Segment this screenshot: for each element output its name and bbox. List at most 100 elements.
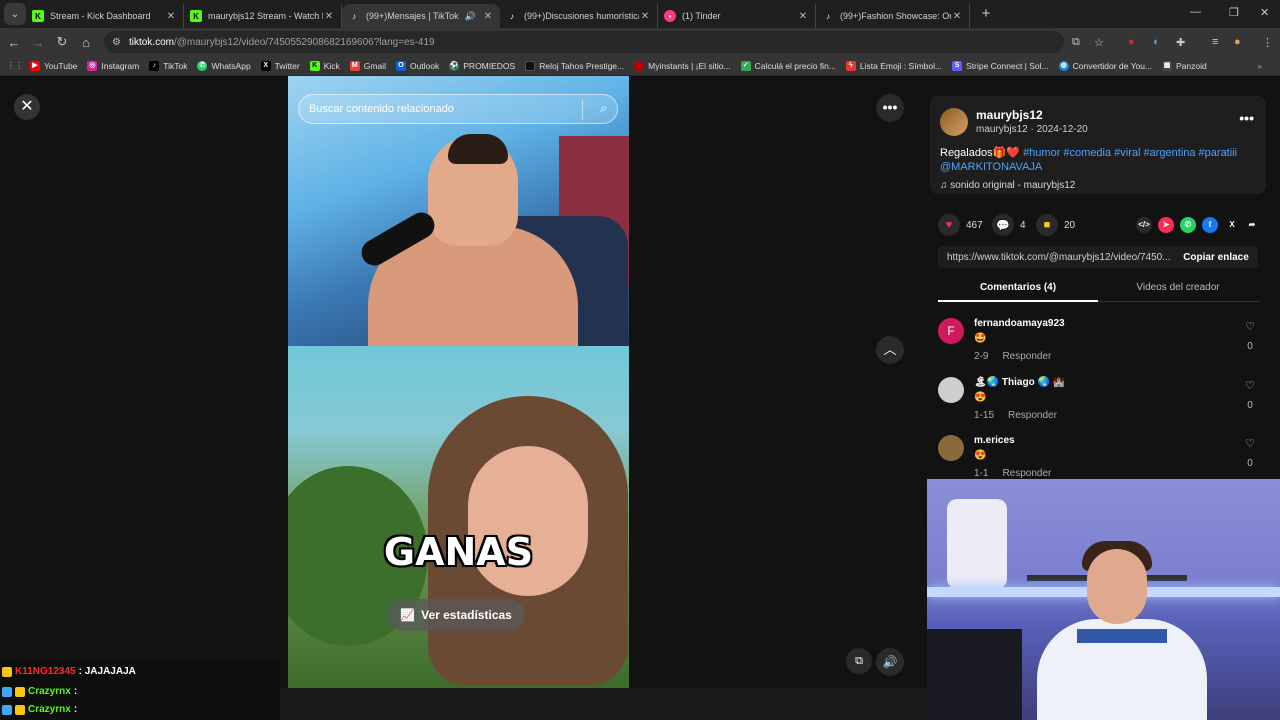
- comment-like-count: 0: [1247, 458, 1253, 469]
- bookmark-promiedos[interactable]: ⚽ PROMIEDOS: [449, 60, 515, 71]
- bookmark-twitter[interactable]: X Twitter: [260, 60, 300, 71]
- list-item: F fernandoamaya923 🤩 2-9 Responder ♡ 0: [938, 318, 1268, 374]
- video-player[interactable]: GANAS 📈 Ver estadísticas Buscar contenid…: [288, 76, 629, 688]
- bookmark-label: YouTube: [44, 60, 78, 71]
- more-bookmarks-icon[interactable]: »: [1257, 61, 1262, 71]
- close-tab-icon[interactable]: ✕: [951, 11, 963, 22]
- browser-tab-kick-stream[interactable]: K maurybjs12 Stream - Watch Live ✕: [184, 4, 342, 28]
- new-tab-button[interactable]: +: [976, 4, 996, 24]
- avatar[interactable]: [938, 377, 964, 403]
- calculator-icon: ✓: [740, 60, 751, 71]
- facebook-icon[interactable]: f: [1202, 217, 1218, 233]
- forward-arrow-icon[interactable]: →: [26, 35, 50, 50]
- close-tab-icon[interactable]: ✕: [482, 11, 494, 22]
- tab-title: maurybjs12 Stream - Watch Live: [208, 11, 323, 21]
- minimize-icon[interactable]: —: [1190, 6, 1201, 18]
- copy-link-button[interactable]: Copiar enlace: [1174, 252, 1258, 263]
- bookmark-reloj[interactable]: Reloj Tahos Prestige...: [525, 60, 624, 71]
- extensions-puzzle-icon[interactable]: ✚: [1176, 36, 1185, 49]
- taskbar-strip: [280, 688, 927, 720]
- bookmark-outlook[interactable]: O Outlook: [395, 60, 439, 71]
- x-twitter-icon[interactable]: X: [1224, 217, 1240, 233]
- more-options-icon[interactable]: •••: [1239, 110, 1254, 126]
- reply-button[interactable]: Responder: [1002, 468, 1051, 479]
- reply-button[interactable]: Responder: [1002, 351, 1051, 362]
- post-username[interactable]: maurybjs12: [976, 108, 1043, 122]
- chevron-up-icon[interactable]: ︿: [876, 336, 904, 364]
- share-arrow-icon[interactable]: ➦: [1244, 217, 1260, 233]
- whatsapp-icon[interactable]: ✆: [1180, 217, 1196, 233]
- browser-tab-tinder[interactable]: • (1) Tinder ✕: [658, 4, 816, 28]
- home-icon[interactable]: ⌂: [74, 35, 98, 50]
- volume-icon[interactable]: 🔊: [876, 648, 904, 676]
- browser-tab-tiktok-fashion[interactable]: ♪ (99+)Fashion Showcase: Outfits ✕: [816, 4, 970, 28]
- view-stats-button[interactable]: 📈 Ver estadísticas: [387, 599, 525, 631]
- comment-username[interactable]: m.erices: [974, 435, 1015, 446]
- bookmark-tiktok[interactable]: ♪ TikTok: [149, 60, 187, 71]
- heart-outline-icon[interactable]: ♡: [1242, 379, 1258, 392]
- bookmark-youtube[interactable]: ▶ YouTube: [30, 60, 78, 71]
- avatar[interactable]: [938, 435, 964, 461]
- comment-like-count: 0: [1247, 341, 1253, 352]
- close-tab-icon[interactable]: ✕: [165, 11, 177, 22]
- comment-username[interactable]: 🏝🌏 Thiago 🌏 🏰: [974, 377, 1065, 388]
- media-controls-icon[interactable]: ≡: [1212, 36, 1218, 48]
- maximize-icon[interactable]: ❐: [1229, 6, 1239, 19]
- related-content-search[interactable]: Buscar contenido relacionado ⌕: [298, 94, 618, 124]
- sound-link[interactable]: ♫ sonido original - maurybjs12: [940, 180, 1075, 191]
- heart-outline-icon[interactable]: ♡: [1242, 320, 1258, 333]
- close-icon[interactable]: ✕: [14, 94, 40, 120]
- extension-audio-icon[interactable]: ◖: [1152, 36, 1159, 48]
- browser-tab-kick-dashboard[interactable]: K Stream - Kick Dashboard ✕: [26, 4, 184, 28]
- browser-tab-tiktok-messages[interactable]: ♪ (99+)Mensajes | TikTok 🔊 ✕: [342, 4, 500, 28]
- bookmark-calcula[interactable]: ✓ Calculá el precio fin...: [740, 60, 836, 71]
- browser-tab-tiktok-discussions[interactable]: ♪ (99+)Discusiones humorísticas ✕: [500, 4, 658, 28]
- close-tab-icon[interactable]: ✕: [797, 11, 809, 22]
- avatar[interactable]: [940, 108, 968, 136]
- apps-grid-icon[interactable]: ⋮⋮: [0, 60, 30, 71]
- browser-menu-icon[interactable]: ⋮: [1262, 36, 1273, 49]
- picture-in-picture-icon[interactable]: ⧉: [846, 648, 872, 674]
- save-button[interactable]: ■ 20: [1036, 214, 1075, 236]
- site-info-icon[interactable]: ⚙: [112, 37, 121, 48]
- comment-button[interactable]: 💬 4: [992, 214, 1026, 236]
- more-options-button[interactable]: •••: [876, 94, 904, 122]
- bookmark-convertidor[interactable]: ◍ Convertidor de You...: [1058, 60, 1152, 71]
- tab-search-menu-button[interactable]: ⌄: [4, 3, 26, 25]
- like-button[interactable]: ♥ 467: [938, 214, 983, 236]
- bookmark-myinstants[interactable]: Myinstants | ¡El sitio...: [634, 60, 731, 71]
- back-arrow-icon[interactable]: ←: [2, 35, 26, 50]
- heart-outline-icon[interactable]: ♡: [1242, 437, 1258, 450]
- bookmark-kick[interactable]: K Kick: [309, 60, 340, 71]
- install-app-icon[interactable]: ⧉: [1072, 36, 1080, 49]
- bookmark-emoji[interactable]: ϟ Lista Emoji : Símbol...: [845, 60, 942, 71]
- outlook-icon: O: [395, 60, 406, 71]
- comment-date: 2-9: [974, 351, 989, 362]
- extension-red-icon[interactable]: ●: [1128, 36, 1135, 48]
- comment-username[interactable]: fernandoamaya923: [974, 318, 1065, 329]
- bookmark-stripe[interactable]: S Stripe Connect | Sol...: [952, 60, 1049, 71]
- panzoid-icon: ▦: [1162, 60, 1173, 71]
- bookmark-whatsapp[interactable]: ✆ WhatsApp: [197, 60, 251, 71]
- embed-icon[interactable]: </>: [1136, 217, 1152, 233]
- close-tab-icon[interactable]: ✕: [323, 11, 335, 22]
- close-window-icon[interactable]: ✕: [1260, 6, 1269, 19]
- bookmark-instagram[interactable]: ◎ Instagram: [87, 60, 139, 71]
- comment-icon: 💬: [992, 214, 1014, 236]
- video-link[interactable]: https://www.tiktok.com/@maurybjs12/video…: [938, 252, 1174, 263]
- audio-playing-icon[interactable]: 🔊: [465, 11, 476, 22]
- reply-button[interactable]: Responder: [1008, 410, 1057, 421]
- close-tab-icon[interactable]: ✕: [639, 11, 651, 22]
- avatar[interactable]: F: [938, 318, 964, 344]
- tab-comments[interactable]: Comentarios (4): [938, 282, 1098, 293]
- profile-avatar[interactable]: ●: [1234, 36, 1241, 48]
- address-bar[interactable]: ⚙ tiktok.com/@maurybjs12/video/745055290…: [104, 31, 1064, 53]
- tab-creator-videos[interactable]: Videos del creador: [1098, 282, 1258, 293]
- bookmark-star-icon[interactable]: ☆: [1094, 36, 1104, 49]
- bookmark-gmail[interactable]: M Gmail: [349, 60, 386, 71]
- reload-icon[interactable]: ↻: [50, 34, 74, 50]
- post-meta: maurybjs12 · 2024-12-20: [976, 124, 1088, 135]
- search-icon[interactable]: ⌕: [600, 101, 607, 116]
- bookmark-panzoid[interactable]: ▦ Panzoid: [1162, 60, 1207, 71]
- send-icon[interactable]: ➤: [1158, 217, 1174, 233]
